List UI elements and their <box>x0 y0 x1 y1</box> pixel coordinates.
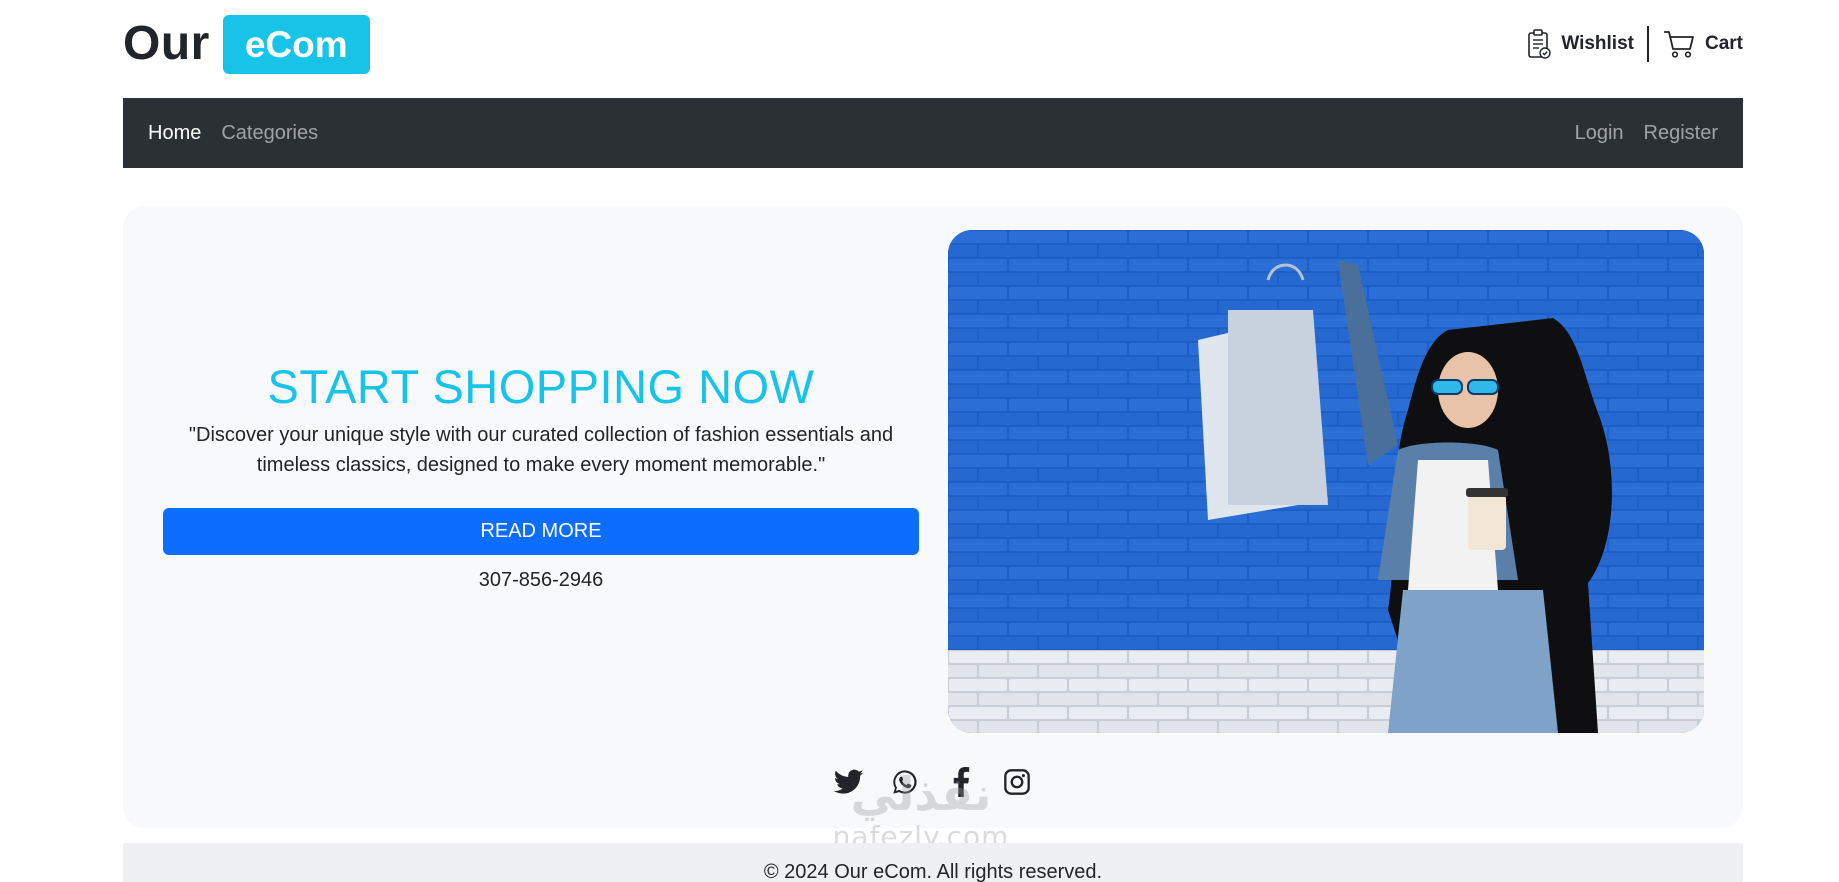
wishlist-link[interactable]: Wishlist <box>1527 28 1634 60</box>
brand-badge: eCom <box>222 14 370 74</box>
wishlist-label: Wishlist <box>1561 33 1634 54</box>
whatsapp-icon[interactable] <box>889 766 921 798</box>
brand-text: Our <box>123 17 210 70</box>
page: Our eCom Wishlist Cart Home Categories L… <box>0 0 1839 882</box>
facebook-icon[interactable] <box>945 766 977 798</box>
phone-number: 307-856-2946 <box>478 569 604 591</box>
nav-right: Login Register <box>1575 122 1718 145</box>
hero-image <box>948 230 1704 733</box>
hero-text: START SHOPPING NOW "Discover your unique… <box>163 356 919 592</box>
header-actions: Wishlist Cart <box>1527 26 1743 62</box>
nav-left: Home Categories <box>148 122 318 145</box>
hero-description: "Discover your unique style with our cur… <box>188 424 894 476</box>
nav-login[interactable]: Login <box>1575 122 1624 145</box>
cart-icon <box>1663 29 1695 59</box>
nav-home[interactable]: Home <box>148 122 201 145</box>
wishlist-icon <box>1527 28 1552 60</box>
cart-label: Cart <box>1704 33 1743 54</box>
read-more-button[interactable]: READ MORE <box>163 508 919 555</box>
header-divider <box>1646 26 1649 62</box>
hero-section: START SHOPPING NOW "Discover your unique… <box>123 206 1743 828</box>
social-links <box>123 766 1743 798</box>
brand-logo[interactable]: Our eCom <box>123 14 370 74</box>
cart-link[interactable]: Cart <box>1663 29 1743 59</box>
hero-title: START SHOPPING NOW <box>267 360 815 413</box>
instagram-icon[interactable] <box>1001 766 1033 798</box>
nav-categories[interactable]: Categories <box>221 122 318 145</box>
copyright-text: © 2024 Our eCom. All rights reserved. <box>763 861 1103 882</box>
main-navbar: Home Categories Login Register <box>123 98 1743 168</box>
twitter-icon[interactable] <box>833 766 865 798</box>
site-header: Our eCom Wishlist Cart <box>123 10 1743 76</box>
nav-register[interactable]: Register <box>1644 122 1718 145</box>
site-footer: © 2024 Our eCom. All rights reserved. <box>123 843 1743 882</box>
shopping-woman-photo <box>948 230 1704 733</box>
